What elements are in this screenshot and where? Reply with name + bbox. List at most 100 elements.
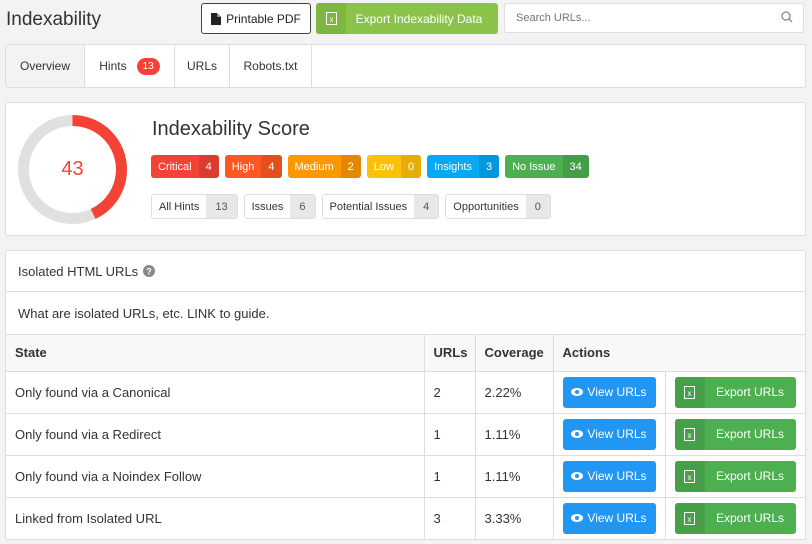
category-opportunities[interactable]: Opportunities 0 bbox=[445, 194, 551, 219]
export-cell: x Export URLs bbox=[665, 413, 805, 456]
severity-count: 4 bbox=[261, 155, 282, 178]
category-count: 13 bbox=[206, 195, 237, 218]
printable-pdf-label: Printable PDF bbox=[226, 11, 301, 26]
col-coverage: Coverage bbox=[475, 335, 554, 372]
urls-cell: 2 bbox=[424, 371, 476, 414]
severity-label: High bbox=[231, 160, 255, 173]
score-title: Indexability Score bbox=[152, 118, 310, 140]
severity-no-issue[interactable]: No Issue 34 bbox=[505, 155, 589, 178]
svg-text:x: x bbox=[688, 515, 692, 524]
view-urls-label: View URLs bbox=[587, 469, 647, 483]
svg-text:x: x bbox=[688, 473, 692, 482]
category-potential-issues[interactable]: Potential Issues 4 bbox=[321, 194, 440, 219]
tab-hints[interactable]: Hints 13 bbox=[85, 45, 175, 87]
search-box[interactable] bbox=[504, 3, 804, 33]
table-row: Only found via a Redirect 1 1.11% View U… bbox=[6, 413, 805, 456]
search-icon[interactable] bbox=[781, 11, 793, 23]
excel-icon: x bbox=[674, 460, 705, 492]
tab-overview[interactable]: Overview bbox=[6, 45, 85, 87]
export-urls-label: Export URLs bbox=[715, 469, 785, 483]
export-indexability-label: Export Indexability Data bbox=[355, 11, 483, 26]
table-row: Only found via a Noindex Follow 1 1.11% … bbox=[6, 455, 805, 498]
isolated-urls-card: Isolated HTML URLs ? What are isolated U… bbox=[5, 250, 806, 540]
search-input[interactable] bbox=[505, 4, 765, 32]
severity-label: Insights bbox=[434, 160, 472, 173]
eye-icon bbox=[571, 472, 584, 480]
eye-icon bbox=[571, 514, 584, 522]
severity-insights[interactable]: Insights 3 bbox=[427, 155, 500, 178]
urls-cell: 1 bbox=[424, 413, 476, 456]
help-icon[interactable]: ? bbox=[143, 265, 156, 277]
urls-cell: 1 bbox=[424, 455, 476, 498]
severity-label: Low bbox=[373, 160, 394, 173]
tab-label: URLs bbox=[186, 59, 217, 73]
export-urls-label: Export URLs bbox=[715, 511, 785, 525]
severity-critical[interactable]: Critical 4 bbox=[151, 155, 219, 178]
severity-label: No Issue bbox=[512, 160, 556, 173]
category-label: All Hints bbox=[152, 195, 207, 218]
view-urls-label: View URLs bbox=[587, 385, 647, 399]
export-cell: x Export URLs bbox=[665, 371, 805, 414]
tab-robots[interactable]: Robots.txt bbox=[230, 45, 312, 87]
tab-urls[interactable]: URLs bbox=[175, 45, 230, 87]
view-urls-button[interactable]: View URLs bbox=[562, 418, 656, 450]
excel-icon: x bbox=[316, 3, 346, 34]
category-count: 6 bbox=[290, 195, 315, 218]
severity-count: 4 bbox=[198, 155, 219, 178]
category-count: 4 bbox=[414, 195, 439, 218]
severity-label: Critical bbox=[158, 160, 192, 173]
category-label: Potential Issues bbox=[322, 195, 415, 218]
table-row: Linked from Isolated URL 3 3.33% View UR… bbox=[6, 497, 805, 539]
urls-cell: 3 bbox=[424, 497, 476, 539]
state-cell: Only found via a Noindex Follow bbox=[6, 455, 425, 498]
col-state: State bbox=[6, 335, 425, 372]
tab-bar: Overview Hints 13 URLs Robots.txt bbox=[5, 44, 806, 88]
severity-count: 3 bbox=[478, 155, 500, 178]
coverage-cell: 3.33% bbox=[475, 497, 554, 539]
file-icon bbox=[211, 12, 222, 25]
export-cell: x Export URLs bbox=[665, 497, 805, 539]
hints-count-badge: 13 bbox=[136, 57, 160, 75]
severity-count: 34 bbox=[562, 155, 589, 178]
severity-high[interactable]: High 4 bbox=[224, 155, 282, 178]
severity-count: 2 bbox=[340, 155, 361, 178]
category-label: Issues bbox=[244, 195, 291, 218]
excel-icon: x bbox=[674, 418, 705, 450]
isolated-table: State URLs Coverage Actions Only found v… bbox=[6, 335, 805, 539]
severity-label: Medium bbox=[294, 160, 334, 173]
category-label: Opportunities bbox=[446, 195, 526, 218]
view-urls-button[interactable]: View URLs bbox=[562, 376, 656, 408]
severity-medium[interactable]: Medium 2 bbox=[287, 155, 361, 178]
export-urls-button[interactable]: x Export URLs bbox=[674, 418, 796, 450]
view-urls-button[interactable]: View URLs bbox=[562, 502, 656, 534]
category-all-hints[interactable]: All Hints 13 bbox=[151, 194, 238, 219]
category-issues[interactable]: Issues 6 bbox=[243, 194, 316, 219]
svg-text:?: ? bbox=[146, 267, 152, 277]
category-pills: All Hints 13 Issues 6 Potential Issues 4 Oppor… bbox=[151, 194, 551, 219]
tab-label: Robots.txt bbox=[243, 59, 298, 73]
isolated-title: Isolated HTML URLs bbox=[18, 263, 139, 279]
severity-low[interactable]: Low 0 bbox=[366, 155, 422, 178]
svg-text:x: x bbox=[688, 431, 692, 440]
view-urls-button[interactable]: View URLs bbox=[562, 460, 656, 492]
state-cell: Linked from Isolated URL bbox=[6, 497, 425, 539]
export-urls-button[interactable]: x Export URLs bbox=[674, 376, 796, 408]
excel-icon: x bbox=[674, 376, 705, 408]
export-urls-button[interactable]: x Export URLs bbox=[674, 502, 796, 534]
printable-pdf-button[interactable]: Printable PDF bbox=[201, 3, 311, 34]
eye-icon bbox=[571, 430, 584, 438]
view-cell: View URLs bbox=[553, 455, 666, 498]
view-cell: View URLs bbox=[553, 413, 666, 456]
export-urls-label: Export URLs bbox=[715, 427, 785, 441]
category-count: 0 bbox=[525, 195, 550, 218]
score-card: 43 Indexability Score Critical 4 High 4 Medi… bbox=[5, 102, 806, 236]
severity-count: 0 bbox=[400, 155, 422, 178]
page-title: Indexability bbox=[6, 9, 102, 30]
export-indexability-button[interactable]: x Export Indexability Data bbox=[316, 3, 498, 34]
svg-text:x: x bbox=[329, 15, 333, 24]
view-cell: View URLs bbox=[553, 497, 666, 539]
export-cell: x Export URLs bbox=[665, 455, 805, 498]
view-urls-label: View URLs bbox=[587, 427, 647, 441]
col-actions: Actions bbox=[553, 335, 805, 372]
export-urls-button[interactable]: x Export URLs bbox=[674, 460, 796, 492]
